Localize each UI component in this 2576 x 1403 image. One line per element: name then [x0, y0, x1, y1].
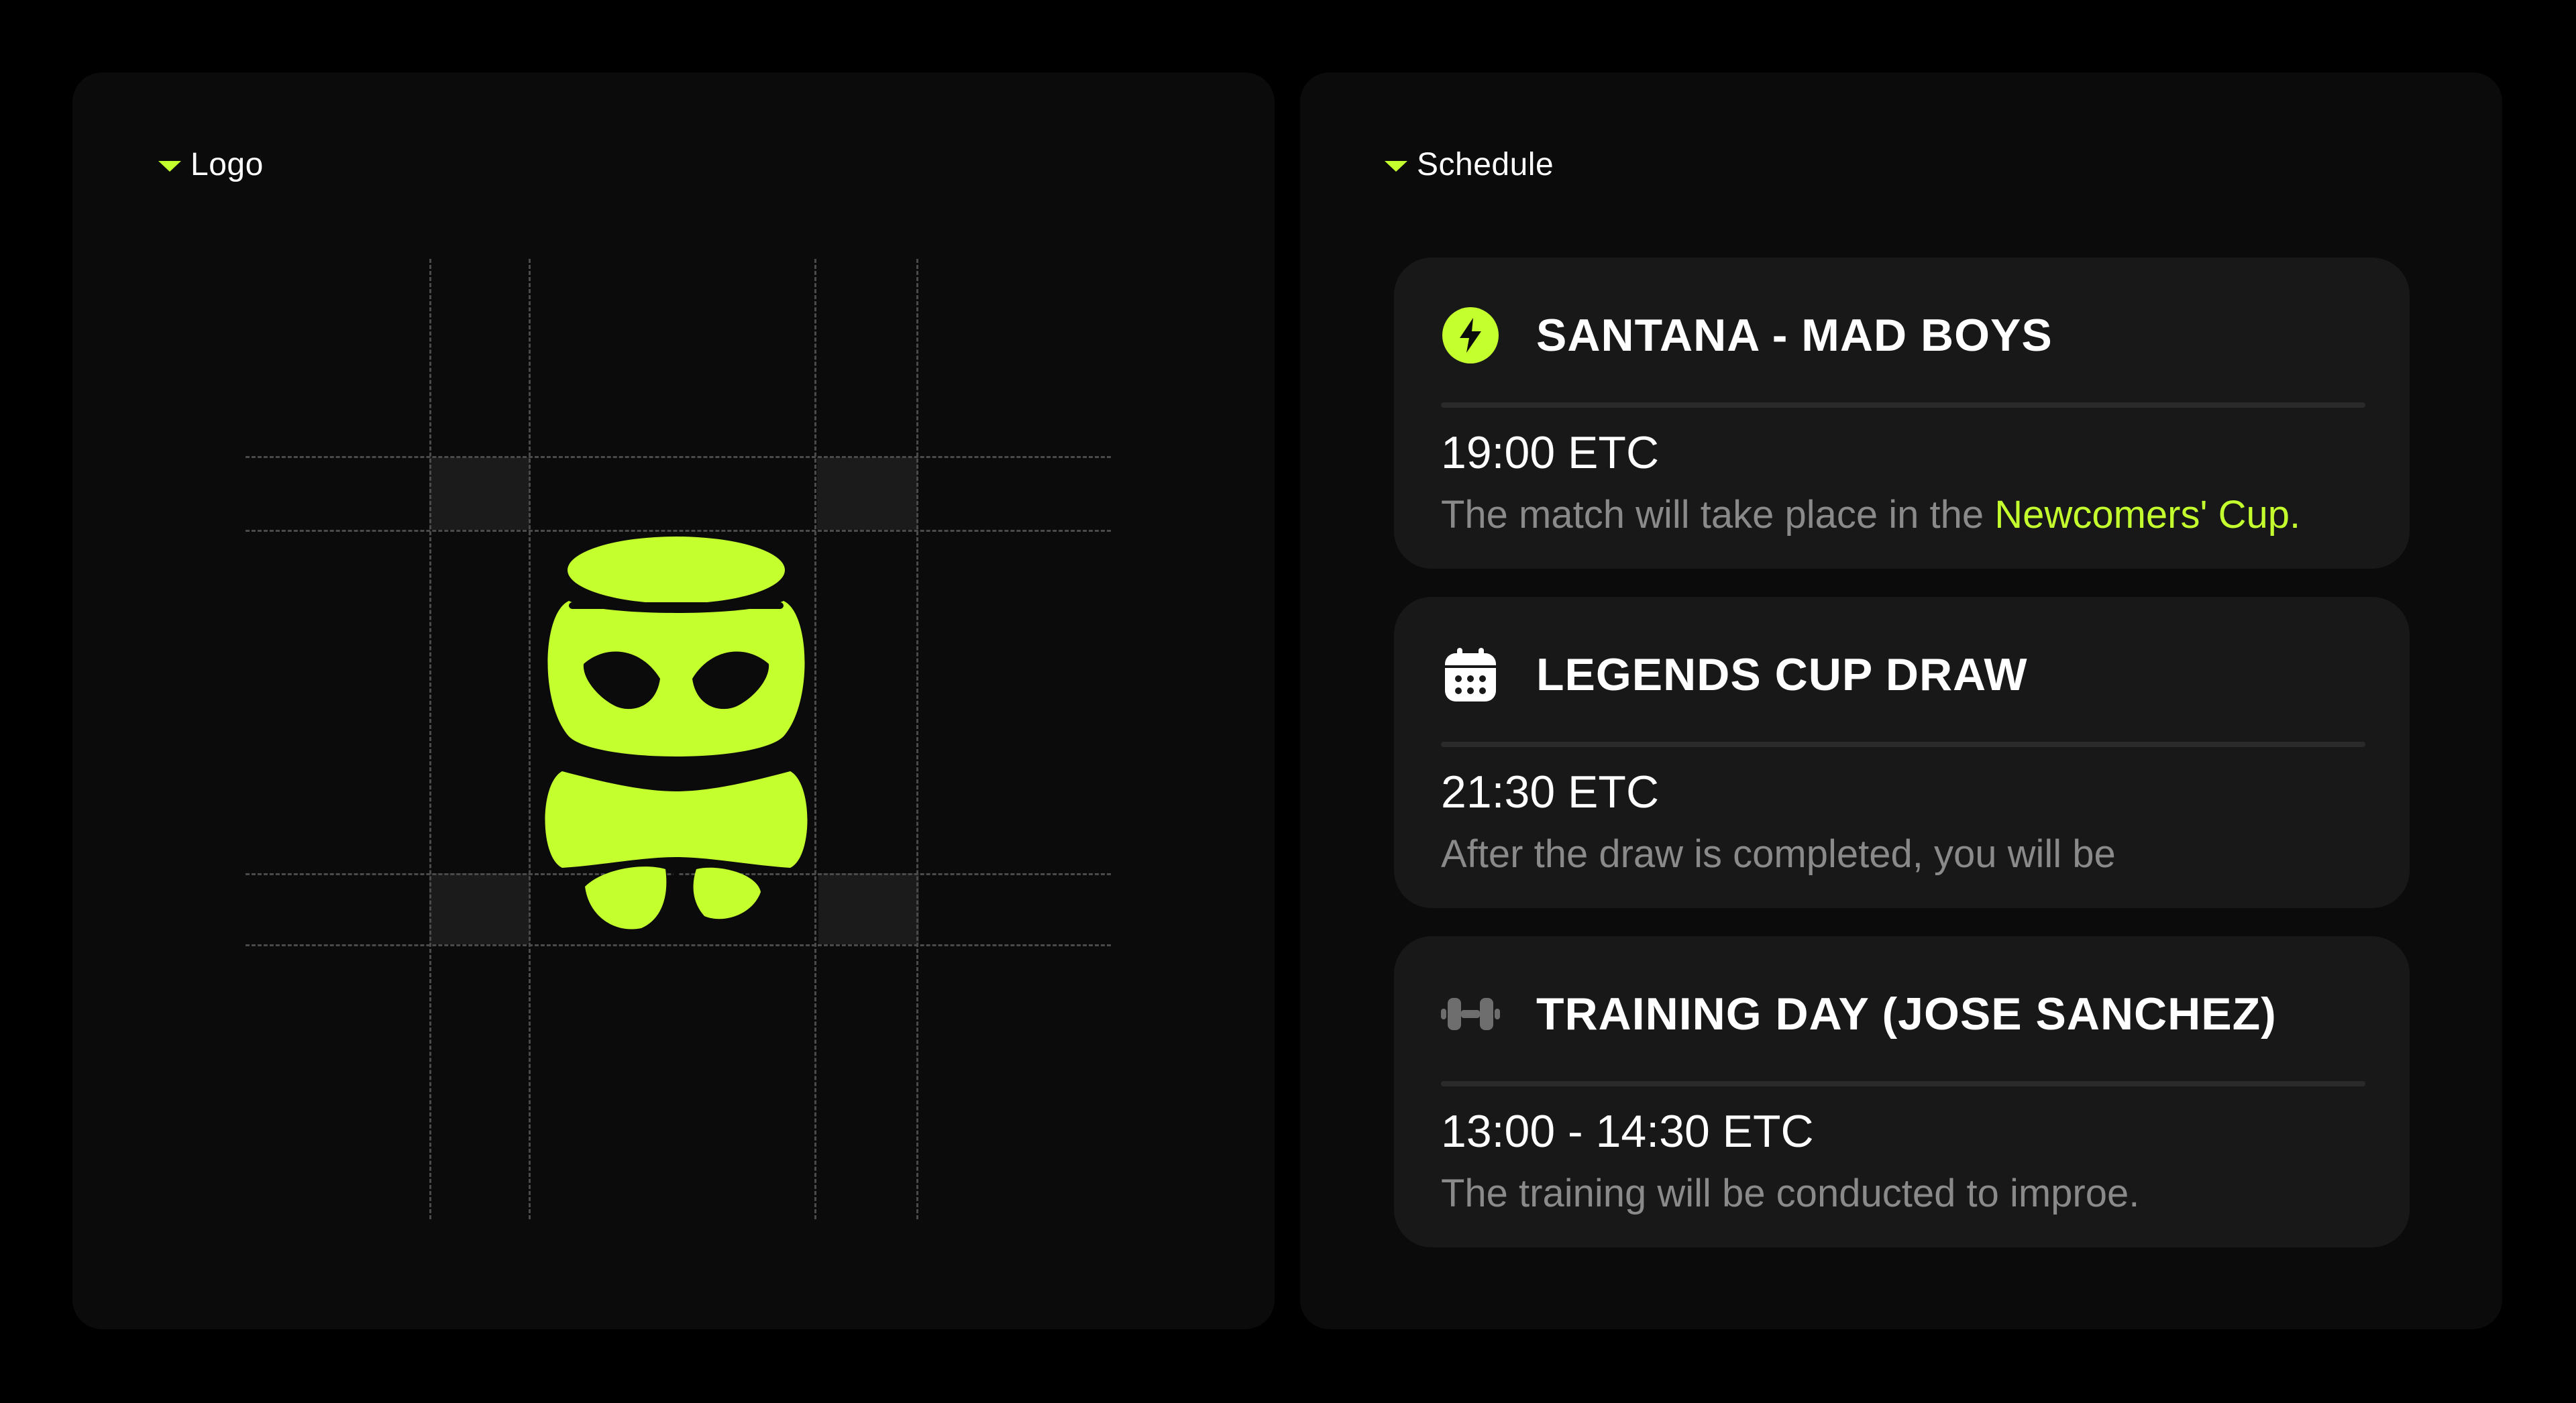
event-time: 21:30 ETC [1441, 767, 1660, 818]
schedule-panel: Schedule SANTANA - MAD BOYS 19:00 ETC Th… [1300, 72, 2502, 1329]
event-time: 13:00 - 14:30 ETC [1441, 1106, 1814, 1157]
lightning-bolt-icon [1441, 306, 1500, 365]
grid-cell [429, 873, 530, 944]
alien-mascot-logo [545, 537, 808, 932]
caret-down-icon [1385, 160, 1407, 172]
schedule-card[interactable]: TRAINING DAY (JOSE SANCHEZ) 13:00 - 14:3… [1394, 936, 2410, 1247]
dumbbell-icon [1441, 985, 1500, 1044]
schedule-section-label: Schedule [1417, 147, 1554, 182]
artboard: Logo Schedule SANTANA - MAD BOYS 19:00 E… [0, 0, 2576, 1403]
event-title: SANTANA - MAD BOYS [1536, 310, 2053, 361]
vertical-guide [916, 259, 918, 1219]
vertical-guide [429, 259, 431, 1219]
event-description: After the draw is completed, you will be [1441, 832, 2116, 876]
vertical-guide [529, 259, 531, 1219]
horizontal-guide [246, 456, 1111, 458]
card-divider [1441, 1081, 2365, 1086]
event-description-link[interactable]: Newcomers' Cup. [1994, 493, 2300, 537]
grid-cell [817, 457, 918, 530]
schedule-card[interactable]: SANTANA - MAD BOYS 19:00 ETC The match w… [1394, 258, 2410, 569]
event-description: The training will be conducted to improe… [1441, 1172, 2140, 1215]
vertical-guide [814, 259, 816, 1219]
logo-construction-grid [72, 72, 1275, 1329]
schedule-section-header[interactable]: Schedule [1385, 146, 1554, 183]
event-description-text: The match will take place in the [1441, 493, 1995, 537]
grid-cell [429, 457, 530, 530]
event-description: The match will take place in the Newcome… [1441, 492, 2300, 537]
calendar-icon [1441, 645, 1500, 704]
event-time: 19:00 ETC [1441, 427, 1660, 478]
horizontal-guide [246, 530, 1111, 532]
logo-panel: Logo [72, 72, 1275, 1329]
horizontal-guide [246, 944, 1111, 946]
schedule-card[interactable]: LEGENDS CUP DRAW 21:30 ETC After the dra… [1394, 597, 2410, 908]
grid-cell [818, 873, 919, 944]
event-title: TRAINING DAY (JOSE SANCHEZ) [1536, 989, 2277, 1040]
event-title: LEGENDS CUP DRAW [1536, 649, 2028, 700]
card-divider [1441, 402, 2365, 408]
card-divider [1441, 742, 2365, 747]
